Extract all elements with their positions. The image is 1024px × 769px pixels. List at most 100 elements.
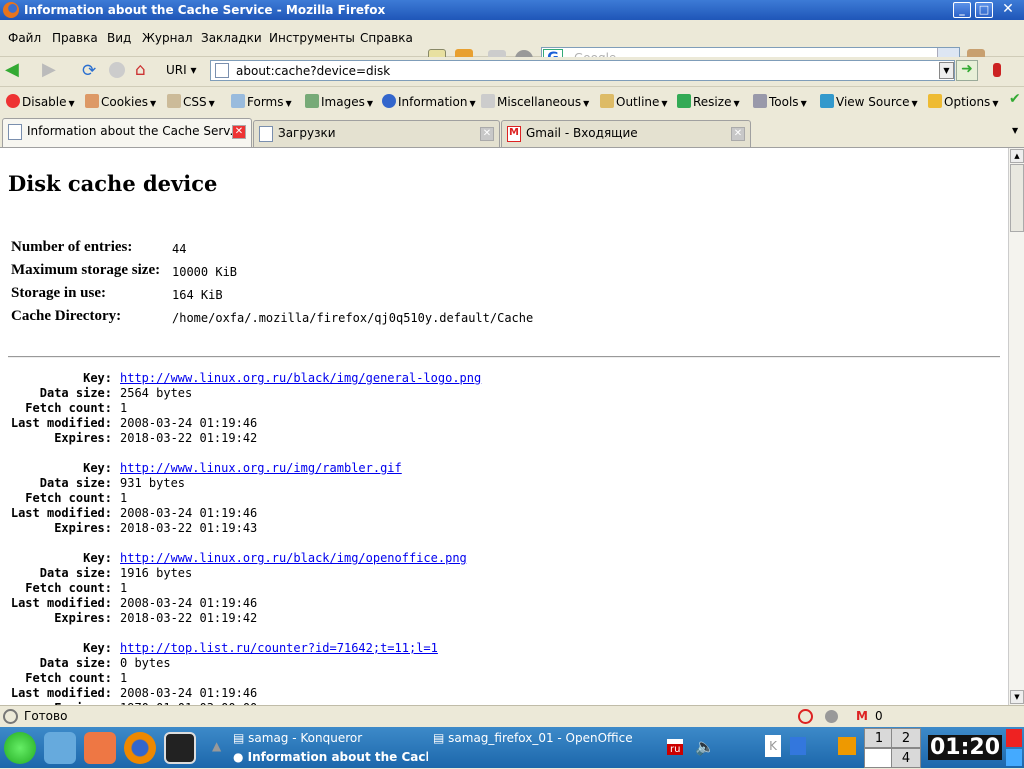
tab-list-icon[interactable]: ▼: [1012, 126, 1018, 135]
wd-miscellaneous[interactable]: Miscellaneous ▼: [481, 94, 589, 109]
desktop-1[interactable]: 1: [864, 728, 894, 748]
tab-gmail[interactable]: M Gmail - Входящие ✕: [501, 120, 751, 147]
options-icon: [928, 94, 942, 108]
keyboard-layout[interactable]: ru: [667, 739, 684, 755]
menu-file[interactable]: Файл: [8, 31, 41, 45]
lock-icon[interactable]: [1006, 749, 1022, 766]
home-folder-icon[interactable]: [84, 732, 116, 764]
wd-tools[interactable]: Tools ▼: [753, 94, 807, 109]
entry-size-value: 2564 bytes: [120, 386, 193, 400]
expand-arrow-icon[interactable]: ▲: [212, 739, 221, 753]
entry-label: Last modified:: [10, 506, 112, 520]
uri-button[interactable]: URI ▾: [166, 63, 197, 77]
back-icon[interactable]: ◀: [5, 61, 19, 79]
wd-disable[interactable]: Disable ▼: [6, 94, 75, 109]
scroll-thumb[interactable]: [1010, 164, 1024, 232]
wd-forms[interactable]: Forms ▼: [231, 94, 292, 109]
task-konqueror[interactable]: ▤ samag - Konqueror: [233, 731, 362, 745]
url-input[interactable]: about:cache?device=disk: [236, 64, 390, 78]
wd-view-source[interactable]: View Source ▼: [820, 94, 918, 109]
klipper-icon[interactable]: K: [765, 735, 781, 757]
wd-cookies[interactable]: Cookies ▼: [85, 94, 156, 109]
close-tab-icon[interactable]: ✕: [232, 125, 246, 139]
entry-key-link[interactable]: http://www.linux.org.ru/black/img/genera…: [120, 371, 481, 386]
close-tab-icon[interactable]: ✕: [731, 127, 745, 141]
vertical-scrollbar[interactable]: ▲ ▼: [1008, 148, 1024, 705]
cache-entry: Key: http://www.linux.org.ru/img/rambler.…: [0, 461, 600, 536]
entry-label: Last modified:: [10, 416, 112, 430]
scroll-up-arrow[interactable]: ▲: [1010, 149, 1024, 163]
entry-label: Expires:: [54, 431, 112, 445]
menu-help[interactable]: Справка: [360, 31, 413, 45]
scroll-down-arrow[interactable]: ▼: [1010, 690, 1024, 704]
menu-edit[interactable]: Правка: [52, 31, 98, 45]
wd-resize[interactable]: Resize ▼: [677, 94, 740, 109]
menu-history[interactable]: Журнал: [142, 31, 193, 45]
url-dropdown[interactable]: ▼: [939, 62, 954, 79]
update-icon[interactable]: [790, 737, 806, 755]
tab-downloads[interactable]: Загрузки ✕: [253, 120, 500, 147]
clock[interactable]: 01:20: [928, 735, 1003, 760]
entry-label: Key:: [83, 641, 112, 655]
wd-css[interactable]: CSS ▼: [167, 94, 215, 109]
desktop-2[interactable]: 2: [891, 728, 921, 748]
entry-row-key: Key: http://www.linux.org.ru/black/img/op…: [0, 551, 600, 566]
desktop-4[interactable]: 4: [891, 748, 921, 768]
suse-menu-icon[interactable]: [4, 732, 36, 764]
info-value: 164 KiB: [172, 288, 223, 302]
entry-expires-value: 2018-03-22 01:19:42: [120, 611, 258, 625]
entry-key-link[interactable]: http://www.linux.org.ru/img/rambler.gif: [120, 461, 402, 476]
resize-icon: [677, 94, 691, 108]
close-tab-icon[interactable]: ✕: [480, 127, 494, 141]
wd-options[interactable]: Options ▼: [928, 94, 998, 109]
cache-entry: Key: http://top.list.ru/counter?id=71642;…: [0, 641, 600, 705]
notes-icon[interactable]: [838, 737, 856, 755]
logout-icon[interactable]: [1006, 729, 1022, 747]
entry-row-expires: Expires: 2018-03-22 01:19:42: [0, 431, 600, 446]
disable-icon: [6, 94, 20, 108]
url-bar[interactable]: about:cache?device=disk ▼: [210, 60, 955, 81]
tab-cache-info[interactable]: Information about the Cache Serv... ✕: [2, 118, 252, 147]
entry-row-key: Key: http://www.linux.org.ru/black/img/ge…: [0, 371, 600, 386]
gmail-icon: M: [507, 126, 521, 142]
page-icon: [259, 126, 273, 142]
entry-size-value: 1916 bytes: [120, 566, 193, 580]
stop-icon[interactable]: [109, 62, 125, 78]
entry-size-value: 0 bytes: [120, 656, 171, 670]
gmail-notifier-icon[interactable]: M: [856, 706, 868, 727]
adblock-icon[interactable]: [993, 63, 1001, 77]
forward-icon[interactable]: ▶: [42, 61, 56, 79]
wd-images[interactable]: Images ▼: [305, 94, 373, 109]
close-button[interactable]: ✕: [999, 2, 1017, 18]
entry-row-modified: Last modified: 2008-03-24 01:19:46: [0, 686, 600, 701]
information-icon: [382, 94, 396, 108]
menu-view[interactable]: Вид: [107, 31, 131, 45]
miscellaneous-icon: [481, 94, 495, 108]
wd-information[interactable]: Information ▼: [382, 94, 476, 109]
editor-icon[interactable]: [44, 732, 76, 764]
page-icon: [8, 124, 22, 140]
terminal-icon[interactable]: [164, 732, 196, 764]
view-source-icon: [820, 94, 834, 108]
wd-outline[interactable]: Outline ▼: [600, 94, 668, 109]
task-openoffice[interactable]: ▤ samag_firefox_01 - OpenOffice: [433, 731, 633, 745]
entry-key-link[interactable]: http://www.linux.org.ru/black/img/openof…: [120, 551, 467, 566]
entry-row-fetch: Fetch count: 1: [0, 401, 600, 416]
reload-icon[interactable]: ⟳: [82, 61, 96, 81]
entry-key-link[interactable]: http://top.list.ru/counter?id=71642;t=11…: [120, 641, 438, 656]
home-icon[interactable]: ⌂: [135, 60, 146, 80]
minimize-button[interactable]: _: [953, 2, 971, 18]
task-firefox[interactable]: ● Information about the Cache S: [233, 750, 428, 764]
entry-row-size: Data size: 931 bytes: [0, 476, 600, 491]
validation-check-icon[interactable]: ✔: [1009, 91, 1021, 107]
menu-bookmarks[interactable]: Закладки: [201, 31, 262, 45]
desktop-3[interactable]: 3: [864, 748, 894, 768]
firefox-launcher-icon[interactable]: [124, 732, 156, 764]
menu-tools[interactable]: Инструменты: [269, 31, 355, 45]
go-button[interactable]: ➜: [956, 60, 978, 81]
adblock-status-icon[interactable]: [798, 709, 813, 724]
entry-label: Fetch count:: [25, 491, 112, 505]
volume-icon[interactable]: 🔈: [695, 737, 715, 756]
firebug-icon[interactable]: [825, 710, 838, 723]
maximize-button[interactable]: □: [975, 2, 993, 18]
